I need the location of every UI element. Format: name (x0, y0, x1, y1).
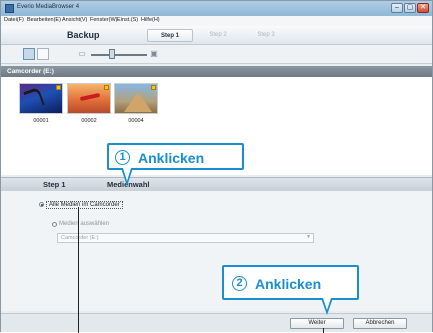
callout-2-tail-inner (323, 298, 331, 310)
page-title: Backup (67, 30, 100, 40)
window-title: Everio MediaBrowser 4 (17, 4, 80, 10)
callout-2: 2 Anklicken (222, 265, 359, 300)
minimize-button[interactable]: – (391, 3, 403, 13)
media-label: 00004 (128, 118, 144, 124)
close-button[interactable]: ✕ (417, 3, 429, 13)
media-label: 00001 (33, 118, 49, 124)
zoom-slider-thumb[interactable] (109, 49, 115, 59)
menu-ansicht[interactable]: Ansicht(V) (62, 17, 87, 23)
header-bar: Backup Step 1 Step 2 Step 3 (1, 26, 432, 45)
title-bar: Everio MediaBrowser 4 – ▢ ✕ (1, 1, 432, 17)
zoom-in-icon[interactable]: ▣ (149, 49, 159, 59)
app-icon (5, 4, 14, 13)
zoom-out-icon[interactable]: ▭ (77, 49, 87, 59)
view-toolbar: ▭ ▣ (1, 45, 432, 64)
zoom-slider-track[interactable] (91, 54, 147, 56)
menu-einstellungen[interactable]: Einst.(S) (117, 17, 138, 23)
tab-step-1[interactable]: Step 1 (147, 29, 193, 42)
callout-1: 1 Anklicken (107, 143, 244, 170)
callout-1-tail-inner (123, 168, 131, 181)
thumbnail-view-icon[interactable] (23, 48, 35, 60)
check-icon (56, 85, 61, 90)
media-thumbnail[interactable] (67, 83, 111, 114)
radio-select-media[interactable] (52, 222, 57, 227)
menu-hilfe[interactable]: Hilfe(H) (141, 17, 160, 23)
step-bar: Step 1 Medienwahl (1, 177, 432, 192)
footer-bar: Weiter Abbrechen (1, 313, 432, 332)
tab-step-3: Step 3 (257, 32, 275, 38)
pyramid-thumbnail (124, 92, 152, 112)
check-icon (151, 85, 156, 90)
next-button[interactable]: Weiter (290, 318, 344, 329)
radio-all-media[interactable] (39, 202, 44, 207)
chevron-down-icon: ▼ (306, 234, 311, 240)
list-view-icon[interactable] (37, 48, 49, 60)
maximize-button[interactable]: ▢ (404, 3, 416, 13)
media-label: 00002 (81, 118, 97, 124)
leader-line (323, 328, 324, 333)
option-all-media-label[interactable]: Alle Medien im Camcorder (46, 201, 123, 209)
callout-text: Anklicken (138, 150, 205, 166)
callout-number: 1 (115, 150, 130, 165)
device-header: Camcorder (E:) (1, 66, 432, 77)
callout-number: 2 (232, 276, 247, 291)
tab-step-2: Step 2 (209, 32, 227, 38)
app-window: Everio MediaBrowser 4 – ▢ ✕ Datei(F) Bea… (0, 0, 433, 333)
drive-dropdown[interactable]: Camcorder (E:) ▼ (57, 233, 314, 243)
menu-bearbeiten[interactable]: Bearbeiten(E) (27, 17, 61, 23)
dropdown-value: Camcorder (E:) (61, 235, 99, 241)
cancel-button[interactable]: Abbrechen (353, 318, 407, 329)
airplane-thumbnail (79, 92, 101, 102)
menu-fenster[interactable]: Fenster(W) (90, 17, 118, 23)
device-label: Camcorder (E:) (7, 68, 54, 75)
palm-beach-thumbnail (23, 86, 45, 111)
step-number: Step 1 (43, 180, 66, 189)
menu-datei[interactable]: Datei(F) (4, 17, 24, 23)
leader-line (78, 207, 79, 333)
media-thumbnail[interactable] (114, 83, 158, 114)
callout-text: Anklicken (255, 276, 322, 292)
option-select-media-label[interactable]: Medien auswählen (59, 221, 109, 227)
options-panel: Alle Medien im Camcorder Medien auswähle… (1, 191, 432, 311)
media-thumbnail[interactable] (19, 83, 63, 114)
check-icon (104, 85, 109, 90)
